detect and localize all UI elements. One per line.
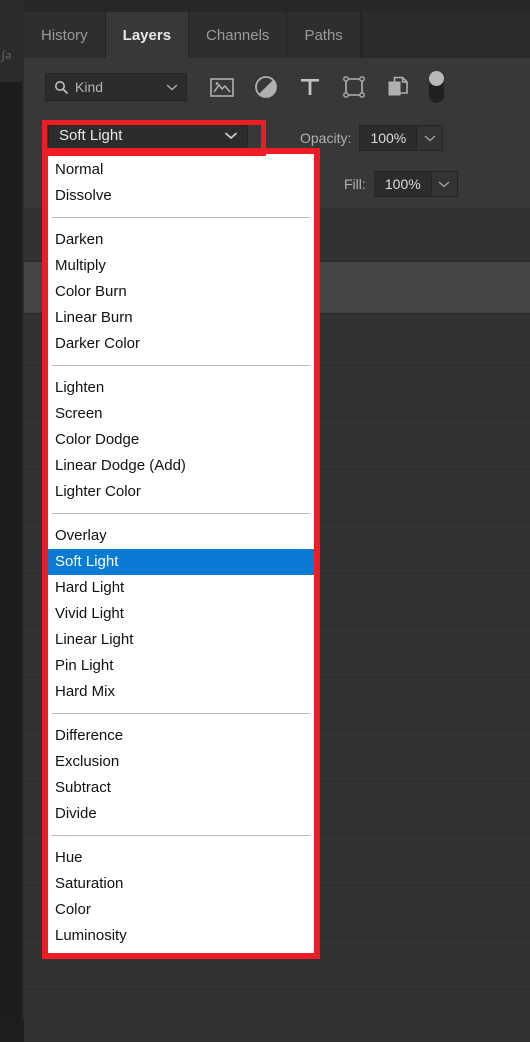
blend-mode-option[interactable]: Luminosity [48, 923, 314, 949]
opacity-label: Opacity: [300, 130, 352, 146]
fill-value[interactable]: 100% [373, 171, 432, 197]
blend-mode-option[interactable]: Darker Color [48, 331, 314, 357]
blend-mode-option[interactable]: Pin Light [48, 653, 314, 679]
fill-label: Fill: [344, 176, 366, 192]
tab-layers[interactable]: Layers [105, 12, 190, 58]
blend-mode-option[interactable]: Saturation [48, 871, 314, 897]
blend-mode-option[interactable]: Exclusion [48, 749, 314, 775]
layer-row[interactable] [24, 990, 530, 1042]
blend-mode-group-separator [52, 217, 310, 218]
blend-mode-option[interactable]: Subtract [48, 775, 314, 801]
pixel-layer-filter-icon[interactable] [209, 74, 235, 100]
blend-mode-group-separator [52, 365, 310, 366]
adjustment-layer-filter-icon[interactable] [253, 74, 279, 100]
blend-mode-option[interactable]: Difference [48, 723, 314, 749]
tab-history[interactable]: History [24, 12, 106, 58]
blend-mode-option[interactable]: Linear Burn [48, 305, 314, 331]
blend-mode-option-list: Normal Dissolve Darken Multiply Color Burn Li… [48, 154, 314, 953]
blend-mode-option[interactable]: Linear Dodge (Add) [48, 453, 314, 479]
search-icon [54, 80, 69, 95]
blend-mode-option[interactable]: Hard Light [48, 575, 314, 601]
tab-channels[interactable]: Channels [189, 12, 288, 58]
blend-mode-option[interactable]: Linear Light [48, 627, 314, 653]
blend-mode-group-separator [52, 835, 310, 836]
blend-mode-option[interactable]: Divide [48, 801, 314, 827]
blend-mode-option[interactable]: Normal [48, 157, 314, 183]
smart-object-filter-icon[interactable] [385, 74, 411, 100]
shape-layer-filter-icon[interactable] [341, 74, 367, 100]
fill-control: Fill: 100% [344, 171, 458, 197]
filter-enable-toggle[interactable] [429, 71, 444, 103]
blend-mode-dropdown[interactable]: Normal Dissolve Darken Multiply Color Burn Li… [42, 148, 320, 959]
blend-mode-option[interactable]: Darken [48, 227, 314, 253]
blend-mode-highlight-annotation [42, 120, 266, 156]
layer-type-filter-icons [209, 74, 411, 100]
chevron-down-icon[interactable] [431, 171, 458, 197]
blend-mode-option[interactable]: Multiply [48, 253, 314, 279]
type-layer-filter-icon[interactable] [297, 74, 323, 100]
adjacent-panel-body [0, 82, 22, 1020]
adjacent-panel-glyph: ʃə [1, 47, 12, 62]
blend-mode-option[interactable]: Color [48, 897, 314, 923]
blend-mode-option[interactable]: Color Dodge [48, 427, 314, 453]
blend-mode-option[interactable]: Overlay [48, 523, 314, 549]
tab-bar-filler [360, 12, 530, 58]
filter-kind-select[interactable]: Kind [45, 73, 187, 101]
filter-kind-label: Kind [75, 79, 104, 95]
opacity-control: Opacity: 100% [300, 125, 444, 151]
layer-filter-row: Kind [24, 58, 530, 116]
adjacent-panel-strip: ʃə [0, 0, 25, 1020]
blend-mode-option[interactable]: Vivid Light [48, 601, 314, 627]
blend-mode-group-separator [52, 513, 310, 514]
chevron-down-icon [166, 83, 178, 91]
blend-mode-group-separator [52, 713, 310, 714]
opacity-value[interactable]: 100% [359, 125, 418, 151]
toggle-knob [429, 71, 444, 86]
blend-mode-option[interactable]: Lighten [48, 375, 314, 401]
blend-mode-option[interactable]: Color Burn [48, 279, 314, 305]
blend-mode-option[interactable]: Hue [48, 845, 314, 871]
blend-mode-option[interactable]: Hard Mix [48, 679, 314, 705]
chevron-down-icon[interactable] [417, 125, 444, 151]
blend-mode-option[interactable]: Dissolve [48, 183, 314, 209]
blend-mode-option[interactable]: Lighter Color [48, 479, 314, 505]
panel-tab-bar: History Layers Channels Paths [24, 0, 530, 58]
blend-mode-option-selected[interactable]: Soft Light [48, 549, 314, 575]
blend-mode-option[interactable]: Screen [48, 401, 314, 427]
tab-paths[interactable]: Paths [287, 12, 361, 58]
